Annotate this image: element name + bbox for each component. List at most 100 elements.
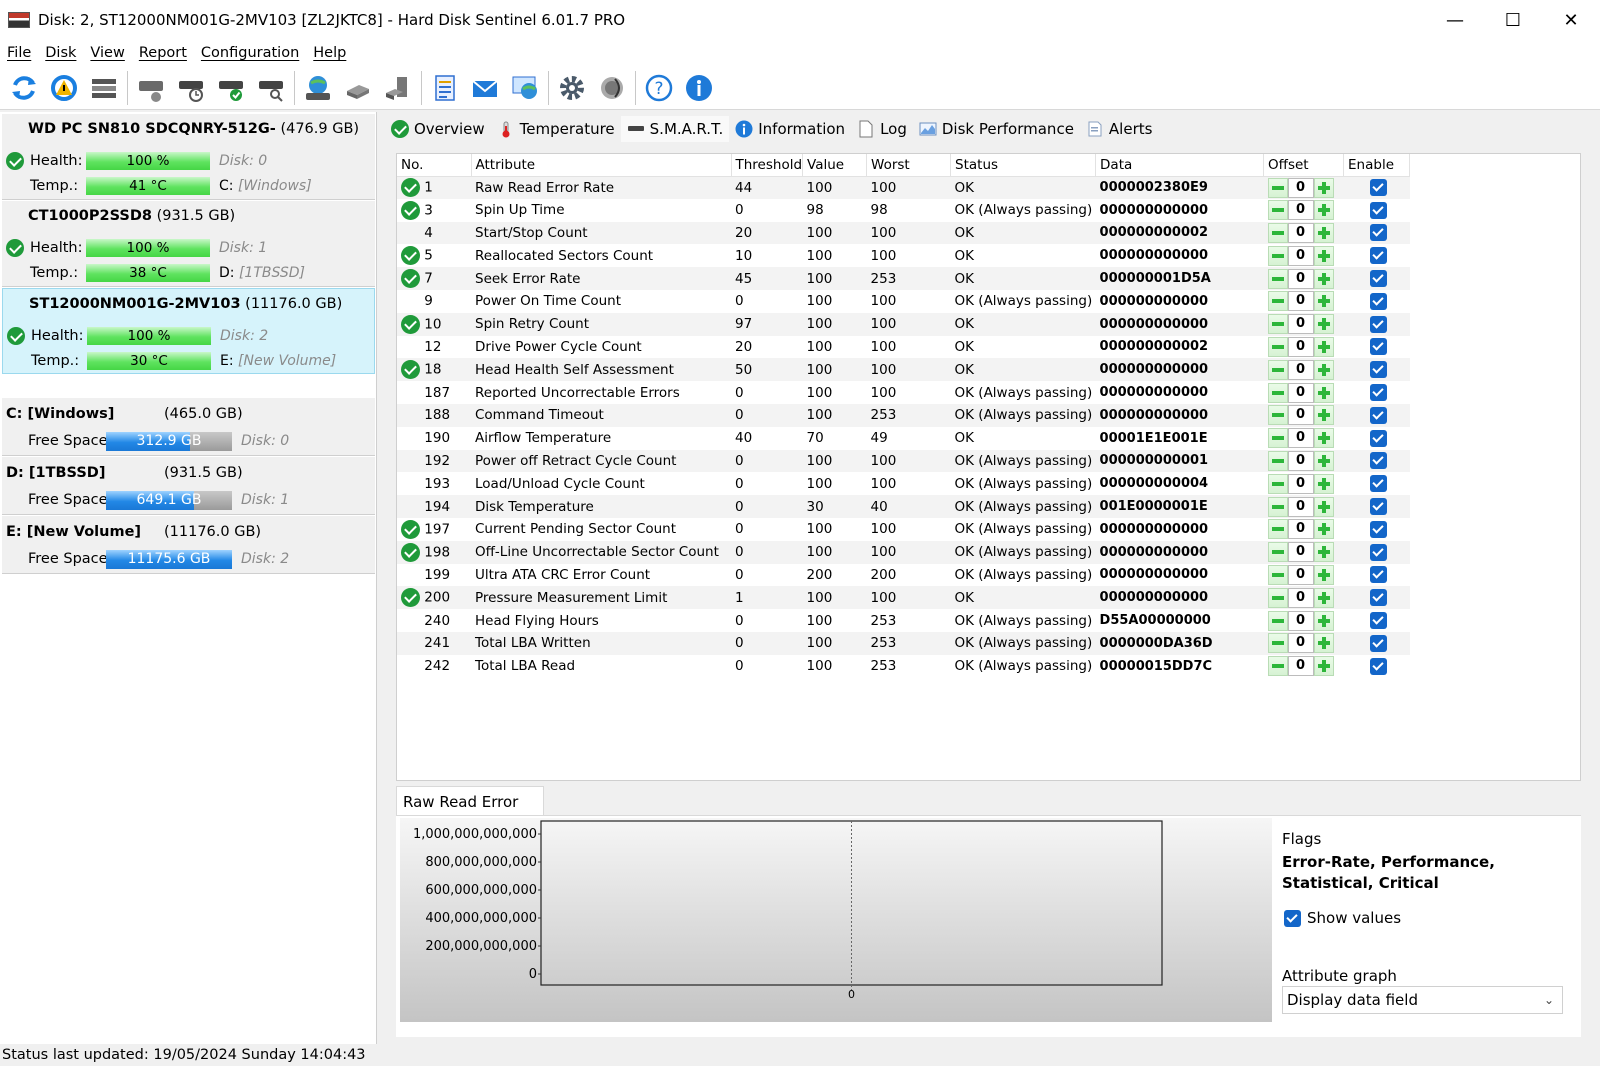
disk-list-icon[interactable] <box>88 72 120 104</box>
drives-icon[interactable] <box>342 72 374 104</box>
minus-icon[interactable] <box>1267 450 1288 471</box>
graph-tab[interactable]: Raw Read Error Rate <box>396 786 544 841</box>
minus-icon[interactable] <box>1267 656 1288 677</box>
table-row[interactable]: 7 Seek Error Rate 45 100 253 OK 000000001D5A 0 <box>397 267 1410 290</box>
offset-value[interactable]: 0 <box>1287 268 1314 289</box>
enable-checkbox[interactable] <box>1369 452 1387 470</box>
col-offset[interactable]: Offset <box>1263 154 1345 177</box>
table-row[interactable]: 12 Drive Power Cycle Count 20 100 100 OK 00000… <box>397 336 1410 359</box>
disk-icon[interactable] <box>135 72 167 104</box>
table-row[interactable]: 9 Power On Time Count 0 100 100 OK (Always pa… <box>397 290 1410 313</box>
enable-checkbox[interactable] <box>1369 589 1387 607</box>
col-value[interactable]: Value <box>802 154 868 177</box>
table-row[interactable]: 4 Start/Stop Count 20 100 100 OK 000000000002 0 <box>397 221 1410 245</box>
minus-icon[interactable] <box>1267 428 1288 449</box>
plus-icon[interactable] <box>1313 496 1334 517</box>
enable-checkbox[interactable] <box>1369 612 1387 630</box>
offset-value[interactable]: 0 <box>1287 519 1314 540</box>
plus-icon[interactable] <box>1313 336 1334 357</box>
disk-clock-icon[interactable] <box>175 72 207 104</box>
disk-entry-0[interactable]: WD PC SN810 SDCQNRY-512G- (476.9 GB) Hea… <box>2 114 375 200</box>
plus-icon[interactable] <box>1313 633 1334 654</box>
minus-icon[interactable] <box>1267 542 1288 563</box>
offset-value[interactable]: 0 <box>1287 359 1314 380</box>
volume-entry-0[interactable]: C: [Windows] (465.0 GB) Free Space 312.9… <box>2 398 375 456</box>
minus-icon[interactable] <box>1267 245 1288 266</box>
tab-information[interactable]: Information <box>729 116 851 142</box>
minus-icon[interactable] <box>1267 473 1288 494</box>
minimize-icon[interactable]: — <box>1426 0 1484 40</box>
plus-icon[interactable] <box>1313 610 1334 631</box>
offset-value[interactable]: 0 <box>1287 542 1314 563</box>
tab-temperature[interactable]: Temperature <box>491 116 621 142</box>
minus-icon[interactable] <box>1267 200 1288 221</box>
table-row[interactable]: 197 Current Pending Sector Count 0 100 100 OK… <box>397 518 1410 541</box>
offset-value[interactable]: 0 <box>1287 450 1314 471</box>
table-row[interactable]: 200 Pressure Measurement Limit 1 100 100 OK 00… <box>397 586 1410 610</box>
plus-icon[interactable] <box>1313 450 1334 471</box>
minus-icon[interactable] <box>1267 405 1288 426</box>
plus-icon[interactable] <box>1313 587 1334 608</box>
sound-icon[interactable] <box>596 72 628 104</box>
help-icon[interactable]: ? <box>643 72 675 104</box>
minus-icon[interactable] <box>1267 336 1288 357</box>
enable-checkbox[interactable] <box>1369 270 1387 288</box>
enable-checkbox[interactable] <box>1369 475 1387 493</box>
offset-value[interactable]: 0 <box>1287 314 1314 335</box>
enable-checkbox[interactable] <box>1369 315 1387 333</box>
offset-value[interactable]: 0 <box>1287 587 1314 608</box>
email-icon[interactable] <box>469 72 501 104</box>
minus-icon[interactable] <box>1267 382 1288 403</box>
table-row[interactable]: 5 Reallocated Sectors Count 10 100 100 OK 0000… <box>397 244 1410 267</box>
offset-value[interactable]: 0 <box>1287 382 1314 403</box>
plus-icon[interactable] <box>1313 519 1334 540</box>
table-row[interactable]: 190 Airflow Temperature 40 70 49 OK 00001E1E00… <box>397 427 1410 450</box>
offset-value[interactable]: 0 <box>1287 633 1314 654</box>
plus-icon[interactable] <box>1313 359 1334 380</box>
col-attribute[interactable]: Attribute <box>471 154 732 177</box>
table-row[interactable]: 240 Head Flying Hours 0 100 253 OK (Always pa… <box>397 609 1410 632</box>
col-worst[interactable]: Worst <box>866 154 952 177</box>
minus-icon[interactable] <box>1267 519 1288 540</box>
menu-view[interactable]: View <box>83 45 131 61</box>
maximize-icon[interactable]: ☐ <box>1484 0 1542 40</box>
enable-checkbox[interactable] <box>1369 429 1387 447</box>
enable-checkbox[interactable] <box>1369 201 1387 219</box>
menu-file[interactable]: File <box>0 45 38 61</box>
refresh-icon[interactable] <box>8 72 40 104</box>
plus-icon[interactable] <box>1313 542 1334 563</box>
minus-icon[interactable] <box>1267 610 1288 631</box>
web-report-icon[interactable] <box>509 72 541 104</box>
enable-checkbox[interactable] <box>1369 406 1387 424</box>
table-row[interactable]: 199 Ultra ATA CRC Error Count 0 200 200 OK (A… <box>397 564 1410 587</box>
minus-icon[interactable] <box>1267 222 1288 243</box>
offset-value[interactable]: 0 <box>1287 291 1314 312</box>
enable-checkbox[interactable] <box>1369 247 1387 265</box>
minus-icon[interactable] <box>1267 359 1288 380</box>
table-row[interactable]: 10 Spin Retry Count 97 100 100 OK 000000000000… <box>397 312 1410 336</box>
close-icon[interactable]: ✕ <box>1542 0 1600 40</box>
plus-icon[interactable] <box>1313 200 1334 221</box>
disk-entry-2[interactable]: ST12000NM001G-2MV103 (11176.0 GB) Health… <box>2 288 375 374</box>
table-row[interactable]: 241 Total LBA Written 0 100 253 OK (Always pa… <box>397 631 1410 655</box>
enable-checkbox[interactable] <box>1369 292 1387 310</box>
plus-icon[interactable] <box>1313 222 1334 243</box>
minus-icon[interactable] <box>1267 496 1288 517</box>
show-values-checkbox[interactable]: Show values <box>1284 909 1401 927</box>
col-status[interactable]: Status <box>950 154 1097 177</box>
table-row[interactable]: 198 Off-Line Uncorrectable Sector Count 0 1… <box>397 540 1410 564</box>
table-row[interactable]: 187 Reported Uncorrectable Errors 0 100 100 O… <box>397 381 1410 404</box>
plus-icon[interactable] <box>1313 473 1334 494</box>
menu-configuration[interactable]: Configuration <box>194 45 306 61</box>
offset-value[interactable]: 0 <box>1287 200 1314 221</box>
table-row[interactable]: 3 Spin Up Time 0 98 98 OK (Always passing) 000… <box>397 199 1410 222</box>
menu-help[interactable]: Help <box>306 45 353 61</box>
volume-entry-2[interactable]: E: [New Volume] (11176.0 GB) Free Space … <box>2 516 375 574</box>
table-row[interactable]: 194 Disk Temperature 0 30 40 OK (Always passi… <box>397 495 1410 518</box>
col-threshold[interactable]: Threshold <box>731 154 804 177</box>
offset-value[interactable]: 0 <box>1287 656 1314 677</box>
network-disk-icon[interactable] <box>302 72 334 104</box>
disk-entry-1[interactable]: CT1000P2SSD8 (931.5 GB) Health: 100 % Di… <box>2 201 375 287</box>
table-row[interactable]: 18 Head Health Self Assessment 50 100 100 OK 0… <box>397 358 1410 382</box>
table-row[interactable]: 1 Raw Read Error Rate 44 100 100 OK 0000002380… <box>397 176 1410 199</box>
